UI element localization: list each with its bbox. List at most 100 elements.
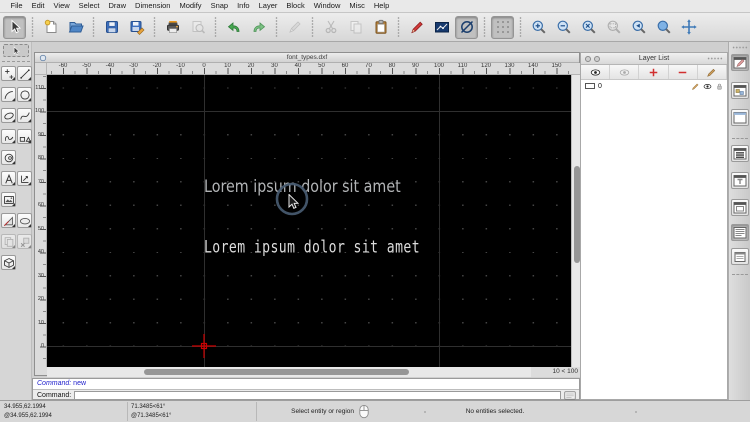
edit-pencil-button[interactable] xyxy=(405,16,428,39)
isometric-tool[interactable] xyxy=(1,255,16,270)
workspace: font_types.dxf -60 -50 -40 -30 -20 -10 0 10 20 30… xyxy=(0,42,750,400)
new-file-button[interactable] xyxy=(39,16,62,39)
zoom-pan-button[interactable] xyxy=(652,16,675,39)
menu-item-block[interactable]: Block xyxy=(282,0,309,12)
ruler-corner xyxy=(35,63,47,75)
selection-pointer-button[interactable] xyxy=(3,15,26,39)
toolbar-separator xyxy=(396,17,401,37)
panel-drag-handle[interactable] xyxy=(707,57,723,60)
drawing-window: font_types.dxf -60 -50 -40 -30 -20 -10 0 10 20 30… xyxy=(34,52,581,377)
menu-item-view[interactable]: View xyxy=(49,0,74,12)
explode-tool[interactable] xyxy=(17,234,32,249)
block-ops-tool[interactable] xyxy=(1,234,16,249)
layer-row[interactable]: 0 xyxy=(581,80,727,92)
dock-property-editor-toggle[interactable] xyxy=(731,54,749,71)
show-all-layers-button[interactable] xyxy=(581,65,611,79)
polyline-tool[interactable] xyxy=(1,129,16,144)
menu-item-edit[interactable]: Edit xyxy=(27,0,49,12)
property-pen-button[interactable] xyxy=(283,16,306,39)
layer-lock-icon[interactable] xyxy=(715,82,724,91)
edit-layer-button[interactable] xyxy=(698,65,728,79)
menu-item-dimension[interactable]: Dimension xyxy=(131,0,175,12)
copy-button[interactable] xyxy=(344,16,367,39)
arc-tool[interactable] xyxy=(1,87,16,102)
paste-button[interactable] xyxy=(369,16,392,39)
zoom-window-button[interactable] xyxy=(602,16,625,39)
save-as-button[interactable] xyxy=(125,16,148,39)
toolbar-separator xyxy=(152,17,157,37)
hide-all-layers-button[interactable] xyxy=(610,65,640,79)
menu-item-info[interactable]: Info xyxy=(233,0,255,12)
layer-visibility-checkbox[interactable] xyxy=(585,83,595,89)
i-preview-icon xyxy=(190,19,206,35)
p-point-icon xyxy=(3,68,15,80)
vertical-ruler: 110 100 90 80 70 60 50 40 30 20 10 0 xyxy=(35,75,47,367)
zoom-in-button[interactable] xyxy=(527,16,550,39)
cad-text-stroke-font[interactable]: Lorem ipsum dolor sit amet xyxy=(204,237,420,257)
zoom-auto-button[interactable] xyxy=(577,16,600,39)
horizontal-scrollbar[interactable] xyxy=(47,367,531,377)
open-file-button[interactable] xyxy=(64,16,87,39)
dock-view-list-toggle[interactable] xyxy=(731,199,749,216)
image-tool[interactable] xyxy=(1,192,16,207)
dock-block-list-toggle[interactable] xyxy=(731,82,749,99)
redo-button[interactable] xyxy=(247,16,270,39)
ellipse-tool[interactable] xyxy=(1,108,16,123)
horizontal-scrollbar-thumb[interactable] xyxy=(144,369,409,375)
dock-layer-list-toggle[interactable] xyxy=(731,145,749,162)
menu-item-file[interactable]: File xyxy=(6,0,27,12)
menu-item-draw[interactable]: Draw xyxy=(104,0,131,12)
command-keyboard-button[interactable] xyxy=(563,391,577,400)
circle-tool[interactable] xyxy=(17,87,32,102)
layer-panel-header[interactable]: Layer List xyxy=(581,53,727,65)
print-button[interactable] xyxy=(161,16,184,39)
dimension-tool[interactable] xyxy=(17,171,32,186)
spline-tool[interactable] xyxy=(17,108,32,123)
hruler-label: 150 xyxy=(551,63,562,69)
dock-library-browser-toggle[interactable] xyxy=(731,109,749,126)
menu-item-misc[interactable]: Misc xyxy=(345,0,369,12)
p-ellipse-icon xyxy=(3,110,15,122)
layer-visible-eye-icon[interactable] xyxy=(703,82,712,91)
add-layer-button[interactable] xyxy=(639,65,669,79)
text-tool[interactable] xyxy=(1,171,16,186)
cut-button[interactable] xyxy=(319,16,342,39)
line-tool[interactable] xyxy=(17,66,32,81)
drawing-canvas[interactable]: Lorem ipsum dolor sit amet Lorem ipsum d… xyxy=(47,75,571,367)
hruler-label: 10 xyxy=(224,63,231,69)
layer-edit-pencil-icon[interactable] xyxy=(691,82,700,91)
zoom-out-button[interactable] xyxy=(552,16,575,39)
undo-button[interactable] xyxy=(222,16,245,39)
menu-item-layer[interactable]: Layer xyxy=(254,0,282,12)
zoom-previous-button[interactable] xyxy=(627,16,650,39)
palette-select-button[interactable] xyxy=(3,44,29,57)
remove-layer-button[interactable] xyxy=(669,65,698,79)
dock-command-line-toggle[interactable] xyxy=(731,224,749,241)
metagrid-line-x100 xyxy=(439,75,440,367)
p-line-icon xyxy=(19,68,31,80)
menu-item-help[interactable]: Help xyxy=(369,0,393,12)
menu-item-snap[interactable]: Snap xyxy=(206,0,233,12)
plot-preview-button[interactable] xyxy=(430,16,453,39)
grid-toggle-button[interactable] xyxy=(491,15,514,39)
relative-coordinates: @34.955,62.1994 xyxy=(4,413,52,419)
command-input[interactable] xyxy=(74,391,561,400)
hatch-tool[interactable] xyxy=(1,213,16,228)
draft-mode-button[interactable] xyxy=(455,15,478,39)
menu-item-window[interactable]: Window xyxy=(309,0,345,12)
menu-item-select[interactable]: Select xyxy=(74,0,104,12)
modify-tool[interactable] xyxy=(17,213,32,228)
freehand-tool[interactable] xyxy=(1,150,16,165)
dock-selection-filter-toggle[interactable] xyxy=(731,172,749,189)
point-tool[interactable] xyxy=(1,66,16,81)
dock-strip-handle[interactable] xyxy=(732,46,748,49)
save-button[interactable] xyxy=(100,16,123,39)
menu-item-modify[interactable]: Modify xyxy=(175,0,206,12)
print-preview-button[interactable] xyxy=(186,16,209,39)
shape-tool[interactable] xyxy=(17,129,32,144)
hruler-label: 140 xyxy=(527,63,539,69)
drawing-window-titlebar[interactable]: font_types.dxf xyxy=(35,53,579,63)
dock-misc-toggle[interactable] xyxy=(731,248,749,265)
pan-view-button[interactable] xyxy=(677,16,700,39)
grid-status: 10 < 100 xyxy=(531,367,581,377)
